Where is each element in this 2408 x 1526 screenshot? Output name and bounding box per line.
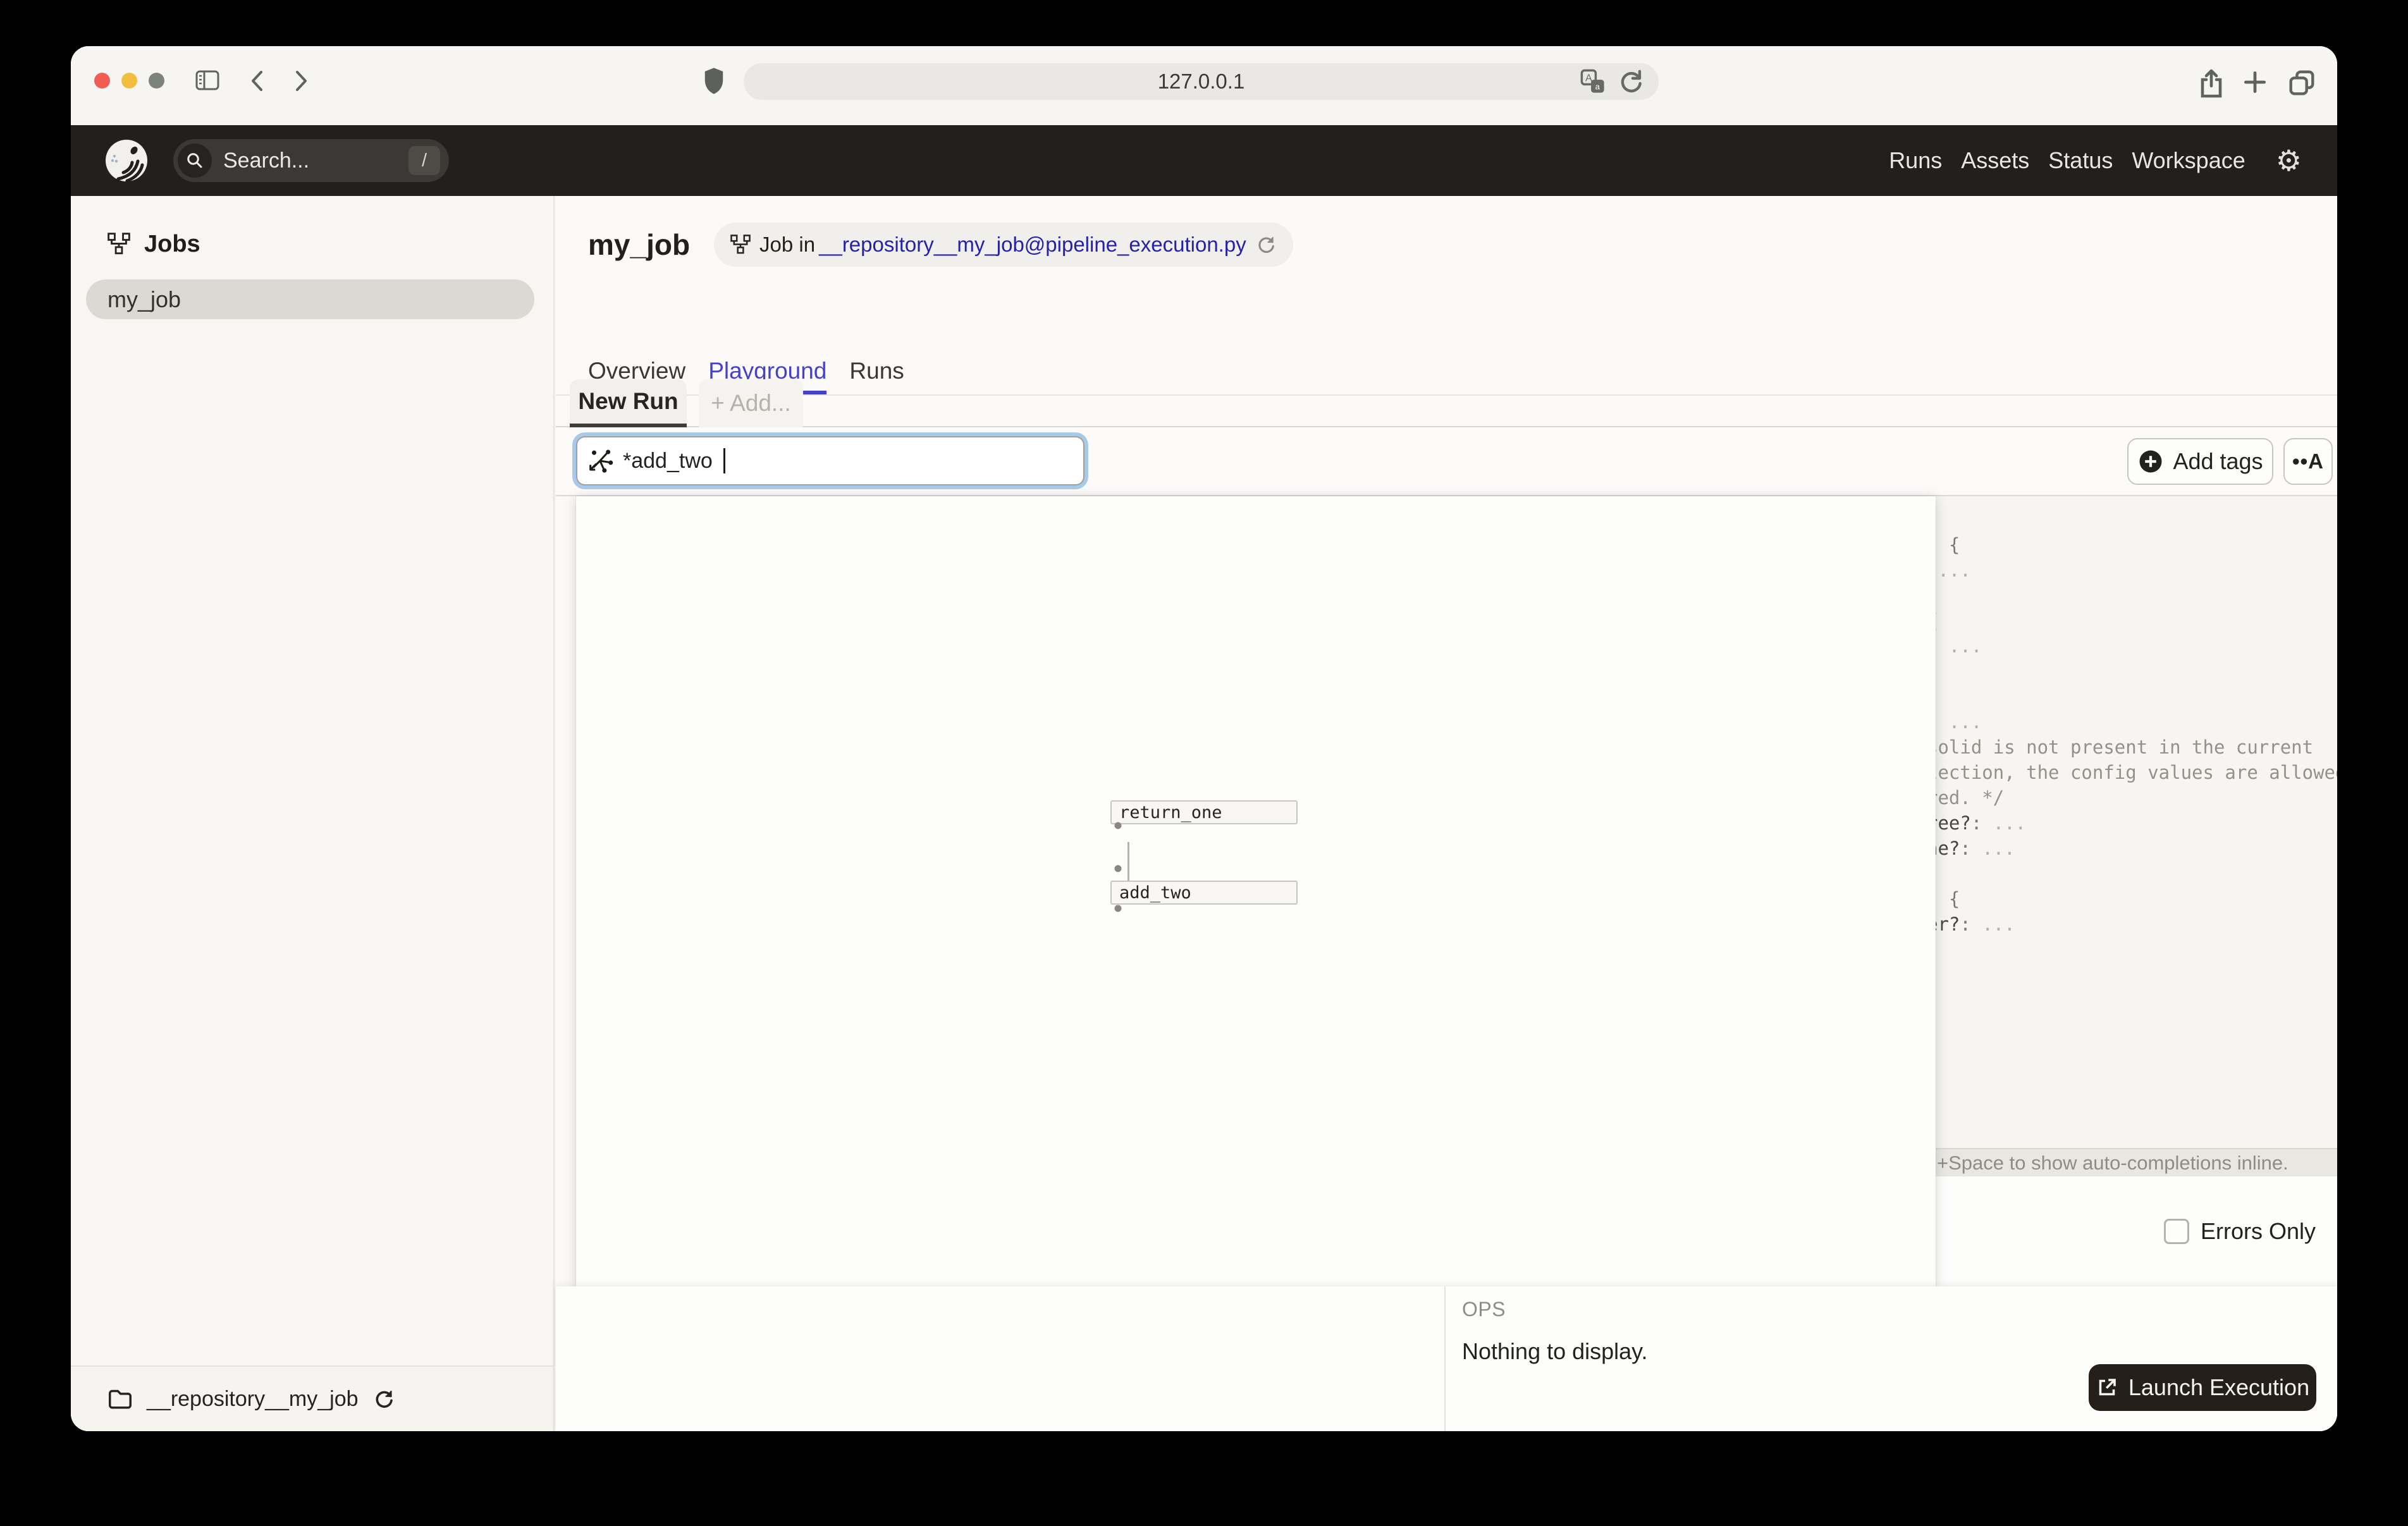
reload-definitions-icon[interactable] xyxy=(1255,234,1277,255)
main-area: my_job Job in __repository__my_job@pipel… xyxy=(556,196,2337,1431)
search-placeholder: Search... xyxy=(223,149,309,173)
config-editor[interactable]: : { ...{: ...: ...solid is not present i… xyxy=(1936,496,2337,1148)
job-origin-badge: Job in __repository__my_job@pipeline_exe… xyxy=(714,223,1293,267)
graph-edge xyxy=(1127,842,1129,881)
minimize-window-button[interactable] xyxy=(121,73,137,89)
config-editor-lines: : { ...{: ...: ...solid is not present i… xyxy=(1936,532,2337,937)
editor-hint-strip: +Space to show auto-completions inline. xyxy=(1936,1148,2337,1176)
output-port-dot xyxy=(1115,822,1122,829)
sidebar-item-label: my_job xyxy=(108,286,181,313)
add-config-tab-button[interactable]: + Add... xyxy=(699,379,803,427)
tabs-overview-icon[interactable] xyxy=(2286,67,2318,99)
repository-name: __repository__my_job xyxy=(147,1387,359,1412)
ops-panel-title: OPS xyxy=(1462,1298,1506,1321)
op-selector-input[interactable]: *add_two xyxy=(576,436,1084,485)
nav-runs[interactable]: Runs xyxy=(1889,147,1942,174)
input-port-dot xyxy=(1115,865,1122,872)
run-config-tabs: New Run + Add... xyxy=(556,379,2337,427)
op-graph-panel[interactable]: return_one add_two xyxy=(576,496,1936,1286)
nav-workspace[interactable]: Workspace xyxy=(2132,147,2245,174)
op-selector-value: *add_two xyxy=(623,449,713,473)
folder-icon xyxy=(108,1388,133,1410)
bottom-panel: OPS Nothing to display. Launch Execution xyxy=(556,1286,2337,1431)
autocomplete-hint: +Space to show auto-completions inline. xyxy=(1937,1152,2288,1175)
url-text: 127.0.0.1 xyxy=(1158,70,1245,94)
search-shortcut-key: / xyxy=(408,146,440,175)
new-tab-icon[interactable] xyxy=(2241,68,2269,96)
sidebar: Jobs my_job __repository__my_job xyxy=(71,196,555,1431)
autocomplete-button[interactable]: ••A xyxy=(2283,438,2333,485)
settings-gear-icon[interactable]: ⚙ xyxy=(2276,146,2302,175)
forward-icon[interactable] xyxy=(294,68,309,94)
errors-only-label: Errors Only xyxy=(2201,1218,2316,1245)
close-window-button[interactable] xyxy=(94,73,110,89)
sidebar-toggle-icon[interactable] xyxy=(195,69,220,92)
page-title: my_job xyxy=(588,228,690,262)
graph-node-add-two[interactable]: add_two xyxy=(1110,881,1298,905)
launch-label: Launch Execution xyxy=(2128,1374,2309,1401)
ops-empty-message: Nothing to display. xyxy=(1462,1338,1648,1365)
top-nav: Runs Assets Status Workspace ⚙ xyxy=(1889,125,2302,196)
graph-node-return-one[interactable]: return_one xyxy=(1110,800,1298,824)
sidebar-title: Jobs xyxy=(144,231,200,258)
nav-assets[interactable]: Assets xyxy=(1961,147,2029,174)
output-port-dot xyxy=(1115,905,1122,912)
reload-icon[interactable] xyxy=(1617,68,1645,95)
nav-status[interactable]: Status xyxy=(2048,147,2113,174)
app-header: Search... / Runs Assets Status Workspace… xyxy=(71,125,2337,196)
search-input[interactable]: Search... / xyxy=(173,139,449,182)
reload-repository-icon[interactable] xyxy=(372,1388,395,1410)
shield-icon xyxy=(702,66,726,96)
translate-icon[interactable]: Aa xyxy=(1579,68,1607,95)
fullscreen-window-button[interactable] xyxy=(149,73,164,89)
graph-node-label: add_two xyxy=(1119,883,1191,903)
svg-text:a: a xyxy=(1595,82,1600,92)
browser-window: 127.0.0.1 Aa xyxy=(71,46,2337,1431)
graph-node-label: return_one xyxy=(1119,803,1222,822)
jobs-icon xyxy=(108,233,130,255)
add-tags-button[interactable]: Add tags xyxy=(2127,438,2273,485)
dagster-logo[interactable] xyxy=(106,140,147,181)
back-icon[interactable] xyxy=(249,68,264,94)
address-bar[interactable]: 127.0.0.1 Aa xyxy=(744,63,1659,100)
plus-circle-icon xyxy=(2137,448,2164,475)
errors-only-row: Errors Only xyxy=(1936,1176,2337,1286)
search-icon xyxy=(178,143,212,178)
sidebar-footer: __repository__my_job xyxy=(71,1365,553,1431)
job-icon xyxy=(730,235,751,255)
text-caret xyxy=(723,448,725,473)
job-origin-link[interactable]: __repository__my_job@pipeline_execution.… xyxy=(819,233,1246,257)
errors-only-checkbox[interactable] xyxy=(2164,1219,2189,1244)
tab-new-run[interactable]: New Run xyxy=(570,379,687,427)
launch-execution-button[interactable]: Launch Execution xyxy=(2089,1364,2316,1411)
op-selector-icon xyxy=(587,448,614,474)
share-icon[interactable] xyxy=(2196,67,2227,100)
add-tags-label: Add tags xyxy=(2173,448,2263,475)
browser-chrome: 127.0.0.1 Aa xyxy=(71,46,2337,125)
launch-icon xyxy=(2096,1376,2118,1399)
op-selector-row: *add_two Add tags ••A ▶ xyxy=(556,427,2337,496)
playground-content: : { ...{: ...: ...solid is not present i… xyxy=(556,496,2337,1431)
job-origin-prefix: Job in xyxy=(759,233,815,257)
sidebar-item-my-job[interactable]: my_job xyxy=(86,279,534,319)
